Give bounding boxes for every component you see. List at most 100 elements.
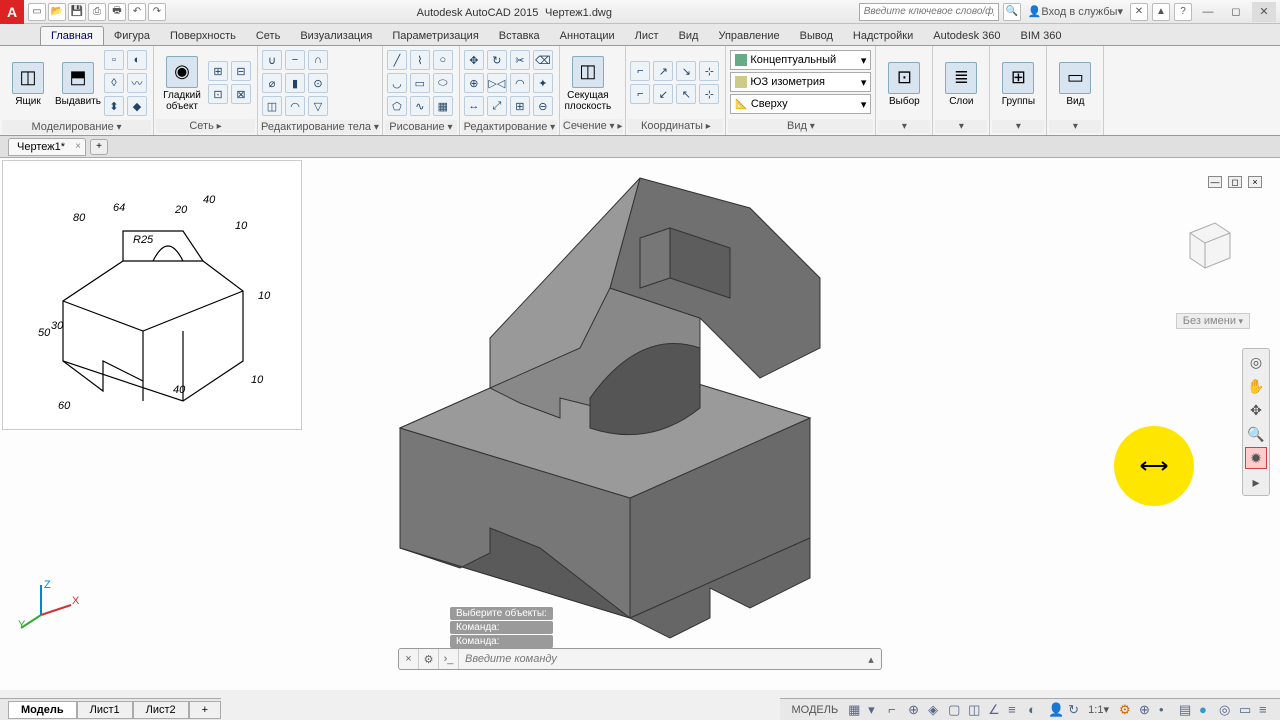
- zoom-extents-icon[interactable]: ✥: [1245, 399, 1267, 421]
- maximize-button[interactable]: ◻: [1224, 2, 1248, 22]
- clean-screen-icon[interactable]: ▭: [1236, 702, 1252, 718]
- line-icon[interactable]: ╱: [387, 50, 407, 70]
- hardware-accel-icon[interactable]: ●: [1196, 702, 1212, 718]
- tab-insert[interactable]: Вставка: [489, 27, 550, 45]
- ucs-icon[interactable]: ⌐: [630, 61, 650, 81]
- move-icon[interactable]: ✥: [464, 50, 484, 70]
- new-icon[interactable]: ▭: [28, 3, 46, 21]
- view-combo[interactable]: ЮЗ изометрия▾: [730, 72, 871, 92]
- visual-style-combo[interactable]: Концептуальный▾: [730, 50, 871, 70]
- print-icon[interactable]: 🖶: [108, 3, 126, 21]
- arc-icon[interactable]: ◡: [387, 73, 407, 93]
- panel-sel-label[interactable]: ▾: [878, 120, 930, 133]
- sweep-icon[interactable]: 〰: [127, 73, 147, 93]
- nav-next-icon[interactable]: ▸: [1245, 471, 1267, 493]
- modelspace-toggle[interactable]: МОДЕЛЬ: [788, 704, 841, 716]
- stretch-icon[interactable]: ↔: [464, 96, 484, 116]
- undo-icon[interactable]: ↶: [128, 3, 146, 21]
- panel-solidedit-label[interactable]: Редактирование тела ▾: [260, 120, 380, 134]
- offset-icon[interactable]: ⊖: [533, 96, 553, 116]
- vp-maximize-icon[interactable]: ◻: [1228, 176, 1242, 188]
- ucs2-icon[interactable]: ↗: [653, 61, 673, 81]
- orbit-icon[interactable]: 🔍: [1245, 423, 1267, 445]
- intersect-icon[interactable]: ∩: [308, 50, 328, 70]
- osnap-icon[interactable]: ▢: [945, 702, 961, 718]
- tab-surface[interactable]: Поверхность: [160, 27, 246, 45]
- units-icon[interactable]: •: [1156, 702, 1172, 718]
- union-icon[interactable]: ∪: [262, 50, 282, 70]
- tab-layout1[interactable]: Лист1: [77, 701, 133, 719]
- search-icon[interactable]: 🔍: [1003, 3, 1021, 21]
- tab-layout2[interactable]: Лист2: [133, 701, 189, 719]
- panel-coords-label[interactable]: Координаты ▸: [628, 119, 723, 133]
- tab-view[interactable]: Вид: [669, 27, 709, 45]
- revolve-icon[interactable]: ◐: [127, 50, 147, 70]
- subtract-icon[interactable]: −: [285, 50, 305, 70]
- workspace-icon[interactable]: ⚙: [1116, 702, 1132, 718]
- close-button[interactable]: ✕: [1252, 2, 1276, 22]
- customization-icon[interactable]: ≡: [1256, 702, 1272, 718]
- box-button[interactable]: ◫Ящик: [4, 54, 52, 114]
- mirror-icon[interactable]: ▷◁: [487, 73, 507, 93]
- panel-view-label[interactable]: Вид ▾: [728, 119, 873, 133]
- shell-icon[interactable]: ◫: [262, 96, 282, 116]
- ucs8-icon[interactable]: ⊹: [699, 84, 719, 104]
- polysolid-icon[interactable]: ▫: [104, 50, 124, 70]
- cmd-customize-icon[interactable]: ⚙: [419, 649, 439, 669]
- vp-close-icon[interactable]: ×: [1248, 176, 1262, 188]
- cmd-recent-icon[interactable]: ▴: [861, 649, 881, 669]
- rotate-icon[interactable]: ↻: [487, 50, 507, 70]
- panel-mesh-label[interactable]: Сеть ▸: [156, 119, 255, 133]
- rectangle-icon[interactable]: ▭: [410, 73, 430, 93]
- transparency-icon[interactable]: ◐: [1025, 702, 1041, 718]
- panel-layers-label[interactable]: ▾: [935, 120, 987, 133]
- loft-icon[interactable]: ◊: [104, 73, 124, 93]
- panel-draw-label[interactable]: Рисование ▾: [385, 120, 457, 134]
- selection-cycling-icon[interactable]: ↻: [1065, 702, 1081, 718]
- section-plane-button[interactable]: ◫Секущая плоскость: [564, 54, 612, 114]
- ucs6-icon[interactable]: ↙: [653, 84, 673, 104]
- signin-menu[interactable]: 👤 Вход в службы ▾: [1025, 5, 1126, 18]
- ucs7-icon[interactable]: ↖: [676, 84, 696, 104]
- tab-parametric[interactable]: Параметризация: [382, 27, 488, 45]
- tab-output[interactable]: Вывод: [790, 27, 843, 45]
- dynucs-icon[interactable]: 👤: [1045, 702, 1061, 718]
- anno-scale[interactable]: 1:1▾: [1085, 703, 1112, 716]
- mesh3-icon[interactable]: ⊡: [208, 84, 228, 104]
- view-label[interactable]: Без имени ▾: [1176, 313, 1250, 329]
- thicken-icon[interactable]: ▮: [285, 73, 305, 93]
- extrude-button[interactable]: ⬒Выдавить: [54, 54, 102, 114]
- taper-icon[interactable]: ▽: [308, 96, 328, 116]
- lineweight-icon[interactable]: ≡: [1005, 702, 1021, 718]
- tab-annotate[interactable]: Аннотации: [550, 27, 625, 45]
- close-tab-icon[interactable]: ×: [75, 141, 81, 152]
- help-icon[interactable]: ?: [1174, 3, 1192, 21]
- tab-bim360[interactable]: BIM 360: [1011, 27, 1072, 45]
- save-icon[interactable]: 💾: [68, 3, 86, 21]
- solid-icon[interactable]: ◆: [127, 96, 147, 116]
- tab-addins[interactable]: Надстройки: [843, 27, 923, 45]
- tab-autodesk360[interactable]: Autodesk 360: [923, 27, 1010, 45]
- panel-groups-label[interactable]: ▾: [992, 120, 1044, 133]
- a360-icon[interactable]: ▲: [1152, 3, 1170, 21]
- annotation-monitor-icon[interactable]: ⊕: [1136, 702, 1152, 718]
- mesh-icon[interactable]: ⊞: [208, 61, 228, 81]
- isodraft-icon[interactable]: ◈: [925, 702, 941, 718]
- redo-icon[interactable]: ↷: [148, 3, 166, 21]
- selection-button[interactable]: ⊡Выбор: [880, 54, 928, 114]
- app-logo[interactable]: A: [0, 0, 24, 24]
- erase-icon[interactable]: ⌫: [533, 50, 553, 70]
- model-viewport[interactable]: 80 64 40 20 10 R25 10 50 30 60 40 10: [0, 158, 1280, 690]
- tab-mesh[interactable]: Сеть: [246, 27, 290, 45]
- saveas-icon[interactable]: ⎙: [88, 3, 106, 21]
- quick-properties-icon[interactable]: ▤: [1176, 702, 1192, 718]
- tab-layout[interactable]: Лист: [625, 27, 669, 45]
- fillet2-icon[interactable]: ◠: [510, 73, 530, 93]
- mesh2-icon[interactable]: ⊟: [231, 61, 251, 81]
- view-cube[interactable]: [1170, 208, 1240, 278]
- circle-icon[interactable]: ○: [433, 50, 453, 70]
- doc-tab[interactable]: Чертеж1*×: [8, 138, 86, 156]
- array-icon[interactable]: ⊞: [510, 96, 530, 116]
- panel-modeling-label[interactable]: Моделирование ▾: [2, 120, 151, 134]
- 3dosnap-icon[interactable]: ◫: [965, 702, 981, 718]
